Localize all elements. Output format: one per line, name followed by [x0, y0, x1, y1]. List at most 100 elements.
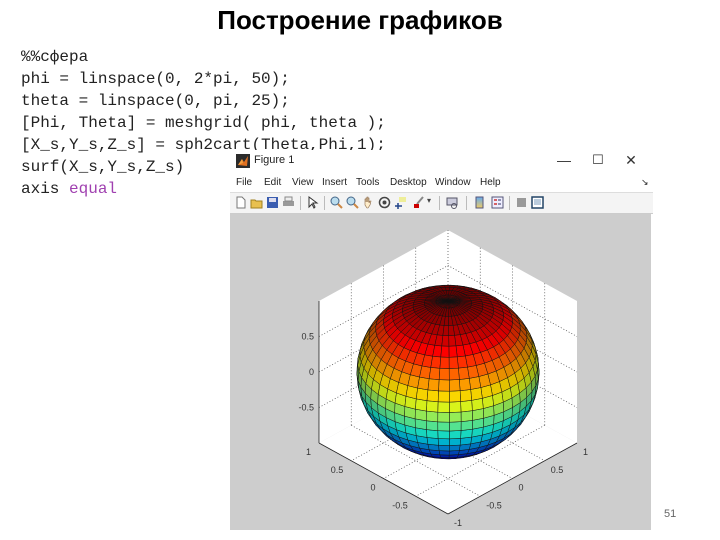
- new-figure-icon[interactable]: [234, 196, 247, 209]
- show-plot-tools-icon[interactable]: [531, 196, 544, 209]
- hide-plot-tools-icon[interactable]: [515, 196, 528, 209]
- y-tick-label: 0.5: [331, 465, 344, 475]
- dock-arrow-icon[interactable]: ↘: [641, 177, 649, 188]
- surface-patch: [417, 376, 430, 391]
- surface-patch: [437, 390, 450, 403]
- surface-patch: [415, 387, 429, 402]
- surface-patch: [460, 410, 473, 422]
- figure-window: Figure 1 — ☐ ✕ File Edit View Insert Too…: [230, 150, 653, 530]
- surface-patch: [426, 429, 439, 439]
- surface-patch: [415, 398, 428, 412]
- surface-patch: [427, 378, 440, 392]
- matlab-logo-icon: [236, 154, 250, 168]
- code-command: axis: [21, 180, 70, 198]
- sphere-surface: [356, 284, 540, 460]
- surface-patch: [438, 368, 450, 381]
- surface-patch: [456, 355, 468, 369]
- slide-title: Построение графиков: [217, 5, 503, 35]
- surface-patch: [426, 420, 439, 432]
- menu-bar: File Edit View Insert Tools Desktop Wind…: [230, 174, 653, 192]
- code-line: [Phi, Theta] = meshgrid( phi, theta );: [21, 114, 386, 132]
- surface-patch: [449, 438, 461, 446]
- figure-toolbar: ▾: [230, 193, 653, 214]
- y-tick-label: 0: [370, 483, 375, 493]
- link-plot-icon[interactable]: [446, 196, 459, 209]
- surface-patch: [470, 387, 483, 401]
- toolbar-separator: [300, 196, 301, 210]
- x-tick-label: 0: [519, 483, 524, 493]
- surface-patch: [442, 325, 449, 336]
- zoom-in-icon[interactable]: [330, 196, 343, 209]
- y-tick-label: -0.5: [392, 500, 408, 510]
- brush-dropdown-icon[interactable]: ▾: [427, 196, 431, 205]
- surface-patch: [449, 430, 462, 440]
- z-tick-label: -0.5: [298, 403, 314, 413]
- surface-patch: [459, 378, 471, 392]
- surface-patch: [438, 445, 450, 452]
- surface-patch: [439, 356, 450, 369]
- toolbar-separator: [466, 196, 467, 210]
- surface-patch: [430, 356, 442, 369]
- surface-patch: [458, 366, 470, 380]
- colorbar-icon[interactable]: [473, 196, 486, 209]
- surface-patch: [437, 438, 450, 446]
- toolbar-separator: [439, 196, 440, 210]
- sphere-plot: 0.5 0 -0.5 1 0.5 0 -0.5 1 0.5 0 -0.5 -1: [298, 230, 588, 528]
- open-file-icon[interactable]: [250, 196, 263, 209]
- menu-file[interactable]: File: [236, 177, 252, 188]
- data-cursor-icon[interactable]: [394, 196, 407, 209]
- surface-patch: [437, 421, 450, 432]
- close-button[interactable]: ✕: [621, 152, 641, 169]
- surface-patch: [448, 450, 460, 456]
- zoom-out-icon[interactable]: [346, 196, 359, 209]
- surface-patch: [449, 401, 462, 413]
- surface-patch: [449, 411, 462, 423]
- x-tick-label: -0.5: [486, 500, 502, 510]
- code-line: theta = linspace(0, pi, 25);: [21, 92, 290, 110]
- y-tick-label: 1: [306, 447, 311, 457]
- brush-icon[interactable]: [412, 196, 425, 209]
- surface-patch: [448, 345, 458, 358]
- menu-edit[interactable]: Edit: [264, 177, 281, 188]
- surface-patch: [438, 379, 450, 392]
- legend-icon[interactable]: [491, 196, 504, 209]
- z-tick-label: 0.5: [301, 332, 314, 342]
- x-tick-label: -1: [454, 518, 462, 528]
- select-arrow-icon[interactable]: [306, 196, 319, 209]
- menu-desktop[interactable]: Desktop: [390, 177, 427, 188]
- minimize-button[interactable]: —: [554, 152, 574, 168]
- save-icon[interactable]: [266, 196, 279, 209]
- toolbar-separator: [324, 196, 325, 210]
- surface-patch: [441, 335, 450, 347]
- menu-tools[interactable]: Tools: [356, 177, 379, 188]
- toolbar-separator: [509, 196, 510, 210]
- surface-patch: [449, 379, 461, 392]
- code-line: %%сфера: [21, 48, 89, 66]
- surface-patch: [426, 389, 439, 403]
- z-tick-label: 0: [309, 367, 314, 377]
- x-tick-label: 0.5: [551, 465, 564, 475]
- window-title: Figure 1: [254, 154, 295, 166]
- menu-insert[interactable]: Insert: [322, 177, 347, 188]
- surface-patch: [449, 421, 462, 432]
- surface-patch: [448, 356, 459, 369]
- surface-patch: [440, 345, 450, 358]
- menu-help[interactable]: Help: [480, 177, 501, 188]
- surface-patch: [448, 335, 457, 347]
- surface-patch: [428, 367, 441, 380]
- menu-window[interactable]: Window: [435, 177, 471, 188]
- maximize-button[interactable]: ☐: [588, 152, 608, 168]
- surface-patch: [438, 450, 450, 456]
- window-titlebar[interactable]: Figure 1 — ☐ ✕: [230, 150, 653, 172]
- code-keyword: equal: [69, 180, 118, 198]
- surface-patch: [449, 390, 461, 403]
- figure-canvas[interactable]: 0.5 0 -0.5 1 0.5 0 -0.5 1 0.5 0 -0.5 -1: [230, 214, 651, 530]
- pan-hand-icon[interactable]: [362, 196, 375, 209]
- surface-patch: [437, 401, 450, 413]
- rotate-3d-icon[interactable]: [378, 196, 391, 209]
- surface-patch: [460, 400, 473, 413]
- surface-patch: [460, 420, 473, 431]
- print-icon[interactable]: [282, 196, 295, 209]
- surface-patch: [459, 389, 472, 402]
- menu-view[interactable]: View: [292, 177, 314, 188]
